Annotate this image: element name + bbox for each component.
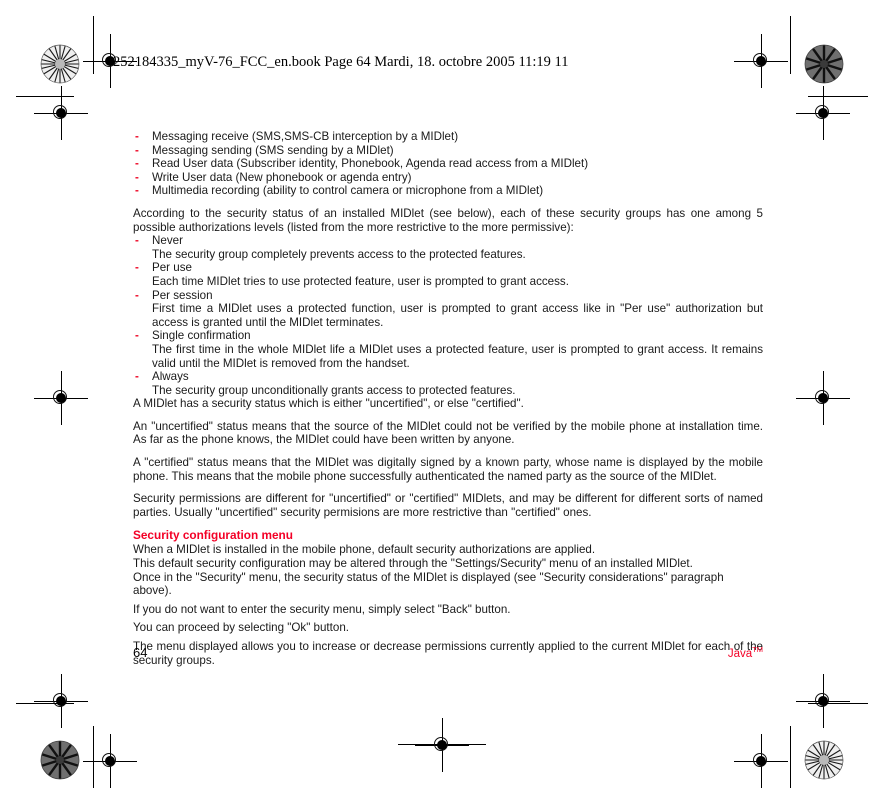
registration-mark-left-top xyxy=(34,86,88,140)
trim-line-horizontal-right-bottom xyxy=(808,703,868,704)
list-item: - Single confirmation The first time in … xyxy=(133,329,763,370)
dash-bullet-icon: - xyxy=(135,170,139,184)
trim-line-vertical-left-bottom xyxy=(93,726,94,788)
list-item-label: Read User data (Subscriber identity, Pho… xyxy=(152,157,589,171)
authorization-levels-list: - Never The security group completely pr… xyxy=(133,234,763,397)
list-item: - Multimedia recording (ability to contr… xyxy=(133,184,763,198)
dash-bullet-icon: - xyxy=(135,329,139,343)
trim-line-horizontal-right-top xyxy=(808,96,868,97)
list-item-label: Write User data (New phonebook or agenda… xyxy=(152,170,412,184)
java-brand-mark: JavaTM xyxy=(728,645,763,660)
status-paragraph-3: A "certified" status means that the MIDl… xyxy=(133,456,763,483)
list-item-label: Multimedia recording (ability to control… xyxy=(152,184,544,198)
dash-bullet-icon: - xyxy=(135,157,139,171)
registration-mark-right-bottom xyxy=(796,674,850,728)
star-target-mark-top-right xyxy=(804,44,844,84)
level-description: The security group completely prevents a… xyxy=(152,247,526,261)
document-page: 252184335_myV-76_FCC_en.book Page 64 Mar… xyxy=(0,0,884,796)
dash-bullet-icon: - xyxy=(135,184,139,198)
star-target-mark-bottom-right xyxy=(804,740,844,780)
level-name: Per use xyxy=(152,261,192,275)
list-item: - Messaging receive (SMS,SMS-CB intercep… xyxy=(133,130,763,144)
menu-paragraph-1: When a MIDlet is installed in the mobile… xyxy=(133,543,596,557)
status-paragraph-2: An "uncertified" status means that the s… xyxy=(133,419,763,447)
dash-bullet-icon: - xyxy=(135,261,139,275)
level-name: Per session xyxy=(152,288,213,302)
dash-bullet-icon: - xyxy=(135,288,139,302)
list-item: - Always The security group unconditiona… xyxy=(133,370,763,397)
trim-line-vertical-right-bottom xyxy=(790,726,791,788)
list-item: - Messaging sending (SMS sending by a MI… xyxy=(133,144,763,158)
dash-bullet-icon: - xyxy=(135,143,139,157)
registration-mark-right-top xyxy=(796,86,850,140)
registration-mark-left-middle xyxy=(34,371,88,425)
section-heading-security-configuration-menu: Security configuration menu xyxy=(133,528,293,543)
registration-mark-bottom-right xyxy=(734,734,788,788)
trim-line-vertical-right-top xyxy=(790,16,791,74)
registration-mark-left-bottom xyxy=(34,674,88,728)
list-item: - Read User data (Subscriber identity, P… xyxy=(133,157,763,171)
dash-bullet-icon: - xyxy=(135,234,139,248)
level-name: Single confirmation xyxy=(152,329,251,343)
intro-paragraph: According to the security status of an i… xyxy=(133,206,763,234)
dash-bullet-icon: - xyxy=(135,370,139,384)
trademark-symbol: TM xyxy=(752,645,763,655)
list-item-label: Messaging sending (SMS sending by a MIDl… xyxy=(152,143,394,157)
list-item: - Per use Each time MIDlet tries to use … xyxy=(133,261,763,288)
page-content: - Messaging receive (SMS,SMS-CB intercep… xyxy=(133,130,763,667)
list-item-label: Messaging receive (SMS,SMS-CB intercepti… xyxy=(152,130,459,143)
menu-paragraph-2: This default security configuration may … xyxy=(133,557,693,571)
level-description: First time a MIDlet uses a protected fun… xyxy=(152,302,763,329)
menu-paragraph-4: If you do not want to enter the security… xyxy=(133,602,511,616)
brand-name: Java xyxy=(727,648,753,660)
status-paragraph-1: A MIDlet has a security status which is … xyxy=(133,397,524,411)
registration-mark-top-right xyxy=(734,34,788,88)
list-item: - Per session First time a MIDlet uses a… xyxy=(133,289,763,330)
list-item: - Never The security group completely pr… xyxy=(133,234,763,261)
list-item: - Write User data (New phonebook or agen… xyxy=(133,171,763,185)
registration-mark-right-middle xyxy=(796,371,850,425)
book-file-header: 252184335_myV-76_FCC_en.book Page 64 Mar… xyxy=(113,54,569,70)
level-description: The first time in the whole MIDlet life … xyxy=(152,342,763,370)
star-target-mark-top-left xyxy=(40,44,80,84)
trim-line-horizontal-left-bottom xyxy=(16,703,74,704)
level-description: Each time MIDlet tries to use protected … xyxy=(152,274,569,288)
level-name: Always xyxy=(152,370,189,384)
level-name: Never xyxy=(152,234,183,248)
trim-line-vertical-left-top xyxy=(93,16,94,74)
level-description: The security group unconditionally grant… xyxy=(152,383,516,397)
registration-mark-bottom-left xyxy=(83,734,137,788)
dash-bullet-icon: - xyxy=(135,130,139,143)
star-target-mark-bottom-left xyxy=(40,740,80,780)
page-number: 64 xyxy=(133,645,148,660)
registration-mark-bottom-center xyxy=(415,718,469,772)
status-paragraph-4: Security permissions are different for "… xyxy=(133,492,763,519)
menu-paragraph-3: Once in the "Security" menu, the securit… xyxy=(133,570,724,598)
permission-groups-list: - Messaging receive (SMS,SMS-CB intercep… xyxy=(133,130,763,198)
page-footer: 64 JavaTM xyxy=(133,645,763,660)
trim-line-horizontal-left-top xyxy=(16,96,74,97)
menu-paragraph-5: You can proceed by selecting "Ok" button… xyxy=(133,621,349,635)
